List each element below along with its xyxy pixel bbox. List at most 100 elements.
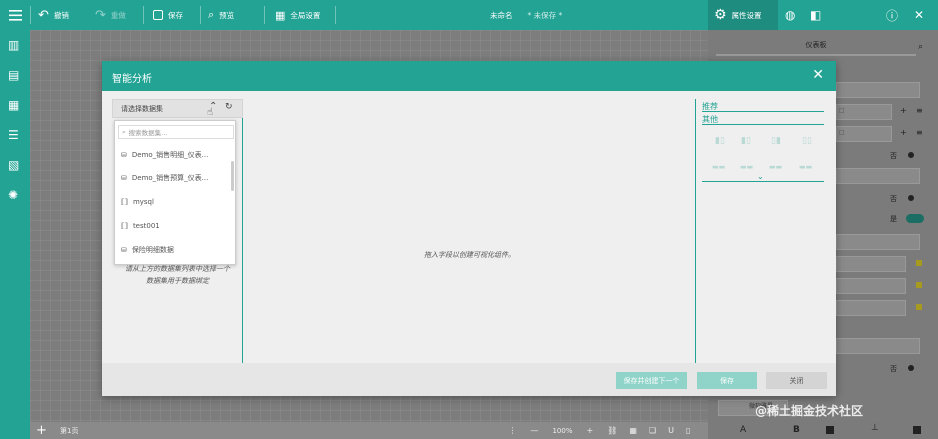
zoom-in-button[interactable]: +	[586, 426, 593, 435]
mobile-icon[interactable]: ▯	[686, 426, 690, 435]
undo-label: 撤销	[53, 10, 69, 20]
data-panel-button[interactable]: ◍	[785, 0, 795, 30]
table-icon[interactable]: ▤	[8, 68, 22, 82]
list-item[interactable]: ⟦⟧ mysql	[121, 196, 154, 208]
color-swatch[interactable]	[916, 304, 922, 310]
grid-icon[interactable]: ▦	[629, 426, 637, 435]
toggle-label-no: 否	[890, 365, 897, 373]
preview-button[interactable]: ⌕ 预览	[208, 0, 234, 30]
prop-select-5[interactable]	[836, 278, 906, 294]
bar-chart-icon[interactable]: ▮▯	[715, 136, 725, 146]
scatter-chart-icon[interactable]: ▬▬	[799, 163, 812, 171]
close-editor-button[interactable]: ✕	[914, 0, 924, 30]
close-button[interactable]: 关闭	[766, 372, 827, 389]
global-settings-label: 全局设置	[290, 10, 321, 20]
save-and-create-next-button[interactable]: 保存并创建下一个	[616, 372, 687, 389]
line-chart-icon[interactable]: ▬▬	[712, 163, 725, 171]
preview-label: 预览	[219, 10, 235, 20]
left-hint-line-2: 数据集用于数据绑定	[146, 277, 209, 285]
scrollbar[interactable]	[231, 161, 234, 191]
prop-select-6[interactable]	[836, 300, 906, 316]
prop-select-7[interactable]	[836, 338, 920, 354]
dataset-search-input[interactable]: ⌕ 搜索数据集...	[118, 125, 234, 139]
percent-chart-icon[interactable]: ▯▯	[802, 136, 812, 146]
list-icon[interactable]: ≡	[916, 128, 923, 137]
filter-icon[interactable]: ☰	[8, 128, 22, 142]
components-icon[interactable]: ▦	[8, 98, 22, 112]
dataset-select[interactable]: 请选择数据集 ⌃ ☝ ↻	[112, 99, 243, 118]
menu-icon[interactable]	[9, 0, 22, 30]
prop-select-1[interactable]	[836, 82, 920, 98]
stacked-chart-icon[interactable]: ▯▮	[771, 136, 781, 146]
global-settings-button[interactable]: ▦ 全局设置	[275, 0, 320, 30]
refresh-icon[interactable]: ↻	[225, 102, 233, 112]
watermark: @稀土掘金技术社区	[755, 404, 864, 418]
redo-button[interactable]: ↷ 重做	[95, 0, 126, 30]
list-item-label: test001	[132, 222, 160, 230]
redo-label: 重做	[110, 10, 126, 20]
list-item[interactable]: ⛁ Demo_销售预算_仪表...	[121, 172, 208, 184]
prop-input-1[interactable]: □	[836, 104, 892, 120]
bulb-icon[interactable]: ✺	[8, 188, 22, 202]
list-item[interactable]: ⛁ 保险明细数据	[121, 244, 174, 256]
prop-select-2[interactable]	[836, 168, 920, 184]
list-item[interactable]: ⛁ Demo_销售明细_仪表...	[121, 149, 208, 161]
dialog-footer: 保存并创建下一个 保存 关闭	[102, 363, 836, 396]
save-button[interactable]: 保存	[697, 372, 757, 389]
dataset-dropdown: ⌕ 搜索数据集... ⛁ Demo_销售明细_仪表... ⛁ Demo_销售预算…	[114, 120, 236, 265]
document-name: 未命名	[490, 10, 513, 20]
fill-color-icon[interactable]	[826, 426, 834, 434]
close-icon[interactable]: ✕	[812, 67, 824, 83]
add-icon[interactable]: +	[900, 128, 907, 137]
list-icon[interactable]: ≡	[916, 106, 923, 115]
add-page-icon[interactable]: +	[36, 423, 50, 438]
search-icon[interactable]: ⌕	[918, 42, 923, 52]
preview-icon: ⌕	[208, 8, 215, 21]
chevron-down-icon[interactable]: ⌄	[757, 172, 764, 181]
drop-zone[interactable]: 拖入字段以创建可视化组件。	[244, 99, 695, 363]
color-swatch[interactable]	[916, 260, 922, 266]
prop-select-3[interactable]	[836, 234, 920, 250]
more-icon[interactable]: ⋮	[508, 426, 516, 435]
redo-icon: ↷	[95, 7, 106, 23]
smart-analysis-dialog: 智能分析 ✕ 请选择数据集 ⌃ ☝ ↻ ⌕ 搜索数据集... ⛁ Demo_销售…	[102, 61, 836, 396]
help-button[interactable]: ⓘ	[886, 0, 898, 30]
link-icon[interactable]: ⛓	[607, 426, 617, 435]
toggle-switch-on[interactable]	[906, 214, 924, 223]
undo-button[interactable]: ↶ 撤销	[38, 0, 69, 30]
color-swatch[interactable]	[916, 282, 922, 288]
prop-select-4[interactable]	[836, 256, 906, 272]
connection-icon: ⟦⟧	[121, 198, 128, 206]
list-item[interactable]: ⟦⟧ test001	[121, 220, 160, 232]
drop-zone-hint: 拖入字段以创建可视化组件。	[424, 251, 515, 259]
layout-panel-button[interactable]: ◧	[810, 0, 821, 30]
top-toolbar: ↶ 撤销 ↷ 重做 保存 ⌕ 预览 ▦ 全局设置 未命名 * 未保存 * ⚙ 属…	[0, 0, 938, 30]
toggle-switch[interactable]	[908, 365, 914, 371]
search-placeholder: 搜索数据集...	[128, 129, 168, 137]
page-tab[interactable]: 第1页	[60, 426, 78, 436]
list-item-label: 保险明细数据	[131, 246, 174, 254]
toggle-switch[interactable]	[908, 195, 914, 201]
toggle-label-yes: 是	[890, 215, 897, 223]
font-color-button[interactable]: A	[740, 425, 746, 435]
layers-icon[interactable]: ❏	[649, 426, 656, 435]
property-settings-tab[interactable]: ⚙ 属性设置	[708, 0, 778, 30]
left-hint-line-1: 请从上方的数据集列表中选择一个	[125, 265, 230, 273]
media-icon[interactable]: ▧	[8, 158, 22, 172]
area-chart-icon[interactable]: ▬▬	[740, 163, 753, 171]
toggle-switch[interactable]	[908, 152, 914, 158]
left-hint: 请从上方的数据集列表中选择一个 数据集用于数据绑定	[112, 264, 243, 286]
dashboard-tab[interactable]: 仪表板	[716, 40, 916, 56]
combo-chart-icon[interactable]: ▬▬	[769, 163, 782, 171]
prop-input-2[interactable]: □	[836, 126, 892, 142]
chart-icon[interactable]: ▥	[8, 38, 22, 52]
border-color-icon[interactable]	[913, 426, 921, 434]
panel-toggle-icon: ◧	[810, 8, 822, 22]
add-icon[interactable]: +	[900, 106, 907, 115]
text-direction-icon[interactable]: ⊥	[871, 423, 879, 433]
zoom-out-button[interactable]: —	[530, 426, 538, 435]
column-chart-icon[interactable]: ▮▯	[741, 136, 751, 146]
magnet-icon[interactable]: U	[668, 426, 674, 435]
bold-button[interactable]: B	[793, 425, 800, 435]
save-button[interactable]: 保存	[153, 0, 183, 30]
